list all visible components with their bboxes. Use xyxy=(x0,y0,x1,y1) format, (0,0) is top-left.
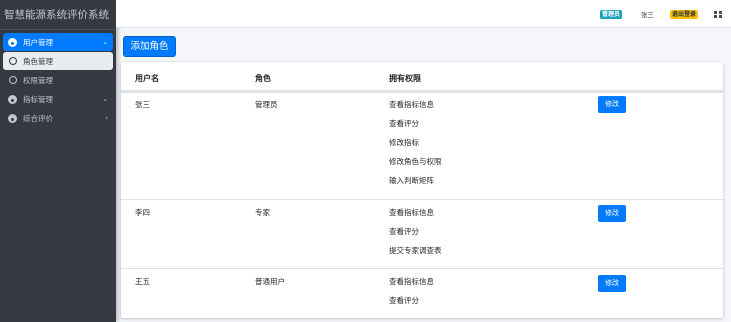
permission-item: 查看指标信息 xyxy=(389,100,434,109)
gauge-icon xyxy=(7,37,18,48)
add-role-button[interactable]: 添加角色 xyxy=(123,36,176,57)
permission-item: 提交专家调查表 xyxy=(389,246,442,255)
chevron-down-icon: ⌄ xyxy=(102,38,108,46)
gauge-icon xyxy=(7,94,18,105)
permission-item: 查看评分 xyxy=(389,296,419,305)
sidebar-item-permission-management[interactable]: 权限管理 xyxy=(3,71,113,89)
logout-button[interactable]: 退出登录 xyxy=(670,10,699,19)
role-badge: 管理员 xyxy=(600,10,623,19)
sidebar-item-indicator-management[interactable]: 指标管理 ⌄ xyxy=(3,90,113,108)
username-label: 张三 xyxy=(641,11,654,19)
roles-table: 用户名 角色 拥有权限 张三 管理员 查看指标信息 查看评分 修改指标 修改角色… xyxy=(121,62,723,318)
sidebar-item-label: 指标管理 xyxy=(23,94,53,104)
sidebar-item-label: 用户管理 xyxy=(23,37,53,47)
sidebar-item-comprehensive-evaluation[interactable]: 综合评价 ‹ xyxy=(3,109,113,127)
sidebar: 智慧能源系统评价系统 用户管理 ⌄ 角色管理 权限管理 指标管理 ⌄ 综合评价 … xyxy=(0,0,116,322)
permission-item: 修改指标 xyxy=(389,138,419,147)
chevron-down-icon: ⌄ xyxy=(102,95,108,103)
table-row: 王五 普通用户 查看指标信息 查看评分 修改 xyxy=(121,268,723,318)
sidebar-item-user-management[interactable]: 用户管理 ⌄ xyxy=(3,33,113,51)
app-title[interactable]: 智慧能源系统评价系统 xyxy=(0,0,116,30)
role-cell: 普通用户 xyxy=(255,277,285,286)
circle-icon xyxy=(7,56,18,67)
permission-item: 查看指标信息 xyxy=(389,208,434,217)
username-cell: 李四 xyxy=(135,208,150,217)
permission-item: 输入判断矩阵 xyxy=(389,176,434,185)
column-header-username: 用户名 xyxy=(135,74,159,83)
role-cell: 专家 xyxy=(255,208,270,217)
username-cell: 王五 xyxy=(135,277,150,286)
chevron-left-icon: ‹ xyxy=(105,114,108,122)
role-cell: 管理员 xyxy=(255,100,278,109)
grid-icon[interactable] xyxy=(714,11,722,18)
permission-item: 查看评分 xyxy=(389,227,419,236)
edit-button[interactable]: 修改 xyxy=(598,275,626,292)
permission-item: 修改角色与权限 xyxy=(389,157,442,166)
sidebar-item-label: 权限管理 xyxy=(23,75,53,85)
circle-icon xyxy=(7,75,18,86)
column-header-role: 角色 xyxy=(255,74,271,83)
edit-button[interactable]: 修改 xyxy=(598,205,626,222)
table-row: 张三 管理员 查看指标信息 查看评分 修改指标 修改角色与权限 输入判断矩阵 修… xyxy=(121,92,723,199)
permission-item: 查看指标信息 xyxy=(389,277,434,286)
sidebar-nav: 用户管理 ⌄ 角色管理 权限管理 指标管理 ⌄ 综合评价 ‹ xyxy=(0,30,116,127)
sidebar-item-label: 角色管理 xyxy=(23,56,53,66)
sidebar-item-label: 综合评价 xyxy=(23,113,53,123)
edit-button[interactable]: 修改 xyxy=(598,96,626,113)
table-row: 李四 专家 查看指标信息 查看评分 提交专家调查表 修改 xyxy=(121,199,723,268)
gauge-icon xyxy=(7,113,18,124)
top-navbar: 管理员 张三 退出登录 xyxy=(116,0,731,28)
permission-item: 查看评分 xyxy=(389,119,419,128)
sidebar-item-role-management[interactable]: 角色管理 xyxy=(3,52,113,70)
column-header-permissions: 拥有权限 xyxy=(389,74,421,83)
username-cell: 张三 xyxy=(135,100,150,109)
